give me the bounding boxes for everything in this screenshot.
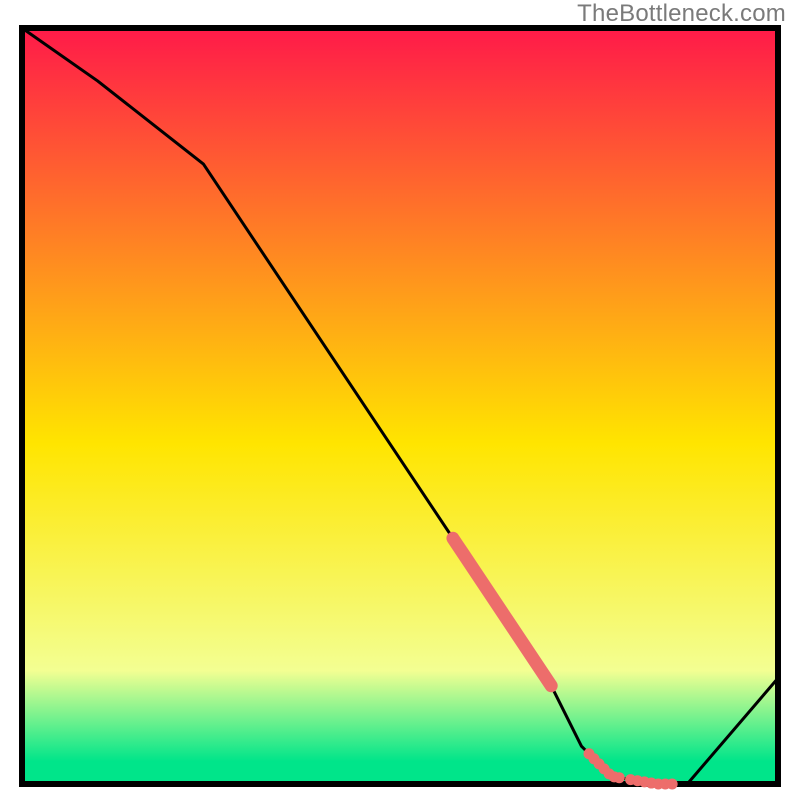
watermark-label: TheBottleneck.com	[577, 0, 786, 28]
chart-svg	[0, 0, 800, 800]
highlight-dot	[667, 779, 678, 790]
highlight-dot	[614, 772, 625, 783]
plot-area	[22, 28, 778, 784]
chart-container: TheBottleneck.com	[0, 0, 800, 800]
